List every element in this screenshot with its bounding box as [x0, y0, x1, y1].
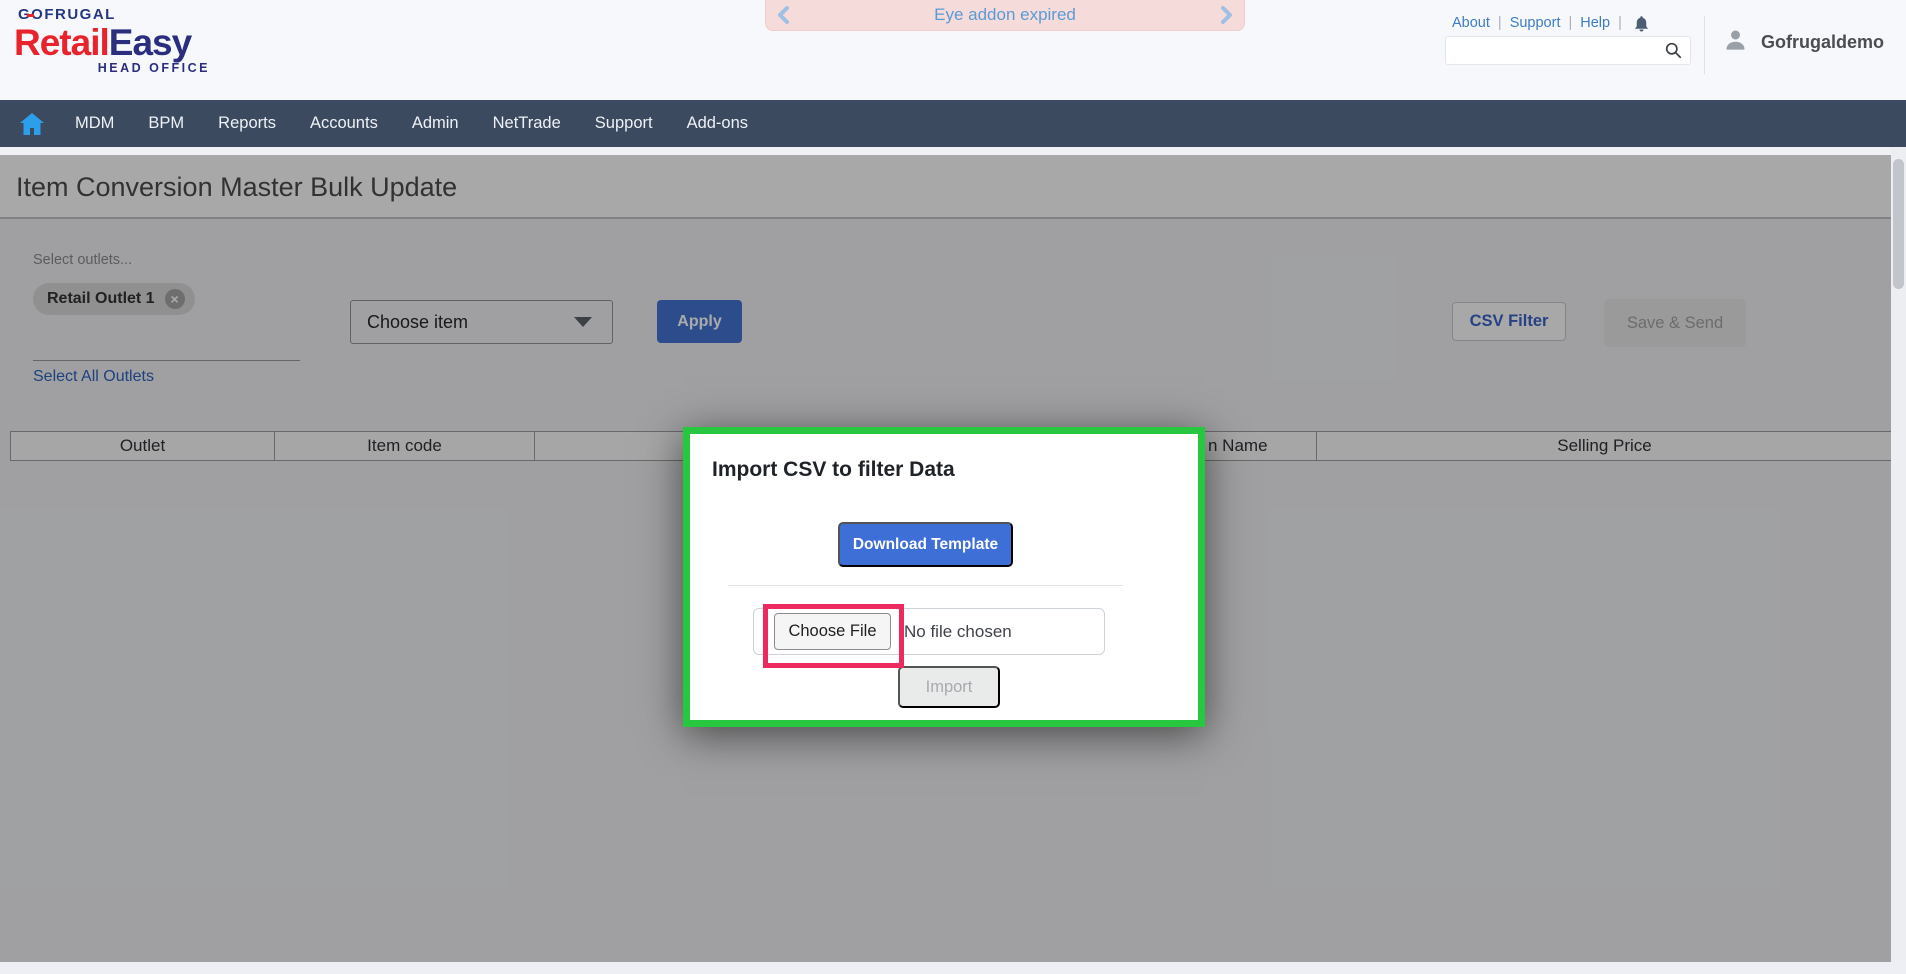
nav-item-admin[interactable]: Admin	[395, 100, 476, 147]
import-csv-modal: Import CSV to filter Data Download Templ…	[683, 427, 1205, 727]
import-button[interactable]: Import	[898, 666, 1000, 708]
banner-message: Eye addon expired	[934, 5, 1076, 24]
nav-item-support[interactable]: Support	[578, 100, 670, 147]
brand-logo: GOFRUGAL RetailEasy HEAD OFFICE	[14, 6, 224, 75]
banner-next-icon[interactable]	[1218, 6, 1234, 24]
product-name-retail: Retail	[14, 22, 110, 63]
head-office-label: HEAD OFFICE	[97, 61, 210, 75]
product-name-easy: Easy	[108, 22, 192, 63]
support-link[interactable]: Support	[1510, 15, 1561, 31]
header-links: About | Support | Help |	[1452, 13, 1651, 33]
user-name: Gofrugaldemo	[1761, 31, 1885, 52]
user-icon	[1722, 26, 1749, 58]
product-name: RetailEasy	[14, 24, 224, 61]
footer-strip	[0, 962, 1906, 974]
csv-file-input[interactable]: Choose File No file chosen	[753, 608, 1105, 655]
search-icon[interactable]	[1665, 42, 1690, 59]
scrollbar-track[interactable]	[1891, 147, 1906, 962]
modal-title: Import CSV to filter Data	[712, 458, 955, 481]
help-link[interactable]: Help	[1580, 15, 1610, 31]
link-separator: |	[1568, 15, 1573, 31]
header-divider	[1704, 16, 1705, 74]
choose-file-button[interactable]: Choose File	[774, 613, 891, 650]
link-separator: |	[1618, 15, 1622, 31]
about-link[interactable]: About	[1452, 15, 1490, 31]
download-template-button[interactable]: Download Template	[838, 522, 1013, 567]
link-separator: |	[1497, 15, 1502, 31]
modal-divider	[728, 585, 1123, 586]
brand-name: GOFRUGAL	[18, 6, 116, 23]
no-file-chosen-label: No file chosen	[904, 622, 1012, 641]
main-nav: MDM BPM Reports Accounts Admin NetTrade …	[0, 100, 1906, 147]
home-icon[interactable]	[20, 112, 44, 135]
nav-item-addons[interactable]: Add-ons	[670, 100, 765, 147]
user-menu[interactable]: Gofrugaldemo	[1722, 26, 1884, 58]
banner-prev-icon[interactable]	[776, 6, 792, 24]
nav-item-bpm[interactable]: BPM	[131, 100, 201, 147]
scrollbar-thumb[interactable]	[1893, 159, 1904, 289]
nav-item-accounts[interactable]: Accounts	[293, 100, 395, 147]
notification-banner: Eye addon expired	[765, 0, 1245, 31]
nav-item-mdm[interactable]: MDM	[58, 100, 131, 147]
top-header: GOFRUGAL RetailEasy HEAD OFFICE Eye addo…	[0, 0, 1906, 100]
bell-icon[interactable]	[1632, 14, 1651, 34]
global-search	[1445, 36, 1691, 65]
app-root: GOFRUGAL RetailEasy HEAD OFFICE Eye addo…	[0, 0, 1906, 974]
nav-item-nettrade[interactable]: NetTrade	[476, 100, 578, 147]
logo-red-dash	[27, 14, 34, 17]
nav-item-reports[interactable]: Reports	[201, 100, 293, 147]
search-input[interactable]	[1446, 38, 1665, 63]
